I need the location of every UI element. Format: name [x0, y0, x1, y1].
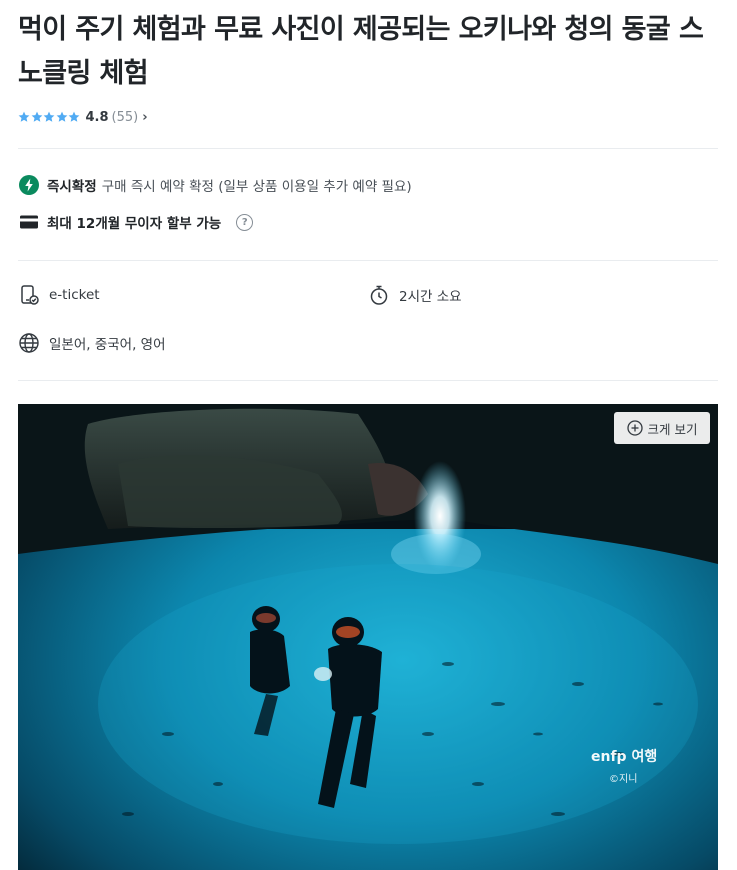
timer-icon [368, 284, 390, 306]
star-icon [43, 111, 55, 122]
instant-confirm-label: 즉시확정 [47, 179, 97, 195]
page-title: 먹이 주기 체험과 무료 사진이 제공되는 오키나와 청의 동굴 스노클링 체험 [18, 14, 704, 89]
review-count: (55) [111, 109, 139, 125]
watermark-text: enfp 여행 [591, 749, 658, 765]
installment-label: 최대 12개월 무이자 할부 가능 [47, 216, 222, 232]
divider [18, 260, 718, 261]
mobile-ticket-icon [18, 284, 40, 306]
help-icon[interactable]: ? [236, 213, 254, 231]
globe-icon [18, 332, 40, 354]
plus-circle-icon [626, 420, 643, 436]
info-ticket: e-ticket [18, 284, 100, 306]
info-duration: 2시간 소요 [368, 284, 462, 306]
star-rating [18, 111, 81, 123]
rating-score: 4.8 [85, 109, 109, 125]
installment-row: 최대 12개월 무이자 할부 가능 ? [18, 210, 254, 234]
language-label: 일본어, 중국어, 영어 [49, 337, 166, 353]
product-photo[interactable]: 크게 보기 enfp 여행 ©지니 [18, 404, 718, 870]
watermark-credit: ©지니 [609, 774, 638, 785]
duration-label: 2시간 소요 [399, 289, 462, 305]
divider [18, 148, 718, 149]
cave-photo-image [18, 404, 718, 870]
card-icon [18, 211, 40, 233]
instant-confirm-desc: 구매 즉시 예약 확정 (일부 상품 이용일 추가 예약 필요) [101, 179, 412, 195]
ticket-label: e-ticket [49, 287, 100, 303]
chevron-right-icon: › [142, 109, 148, 125]
star-icon [18, 111, 30, 122]
star-icon [31, 111, 42, 122]
zoom-view-button[interactable]: 크게 보기 [614, 412, 710, 444]
info-language: 일본어, 중국어, 영어 [18, 332, 166, 354]
rating-summary[interactable]: 4.8 (55) › [18, 107, 148, 127]
instant-confirm-row: 즉시확정 구매 즉시 예약 확정 (일부 상품 이용일 추가 예약 필요) [18, 173, 412, 197]
zoom-view-label: 크게 보기 [647, 421, 698, 437]
divider [18, 380, 718, 381]
star-icon [56, 111, 67, 122]
star-icon [68, 111, 80, 122]
lightning-icon [18, 174, 40, 196]
